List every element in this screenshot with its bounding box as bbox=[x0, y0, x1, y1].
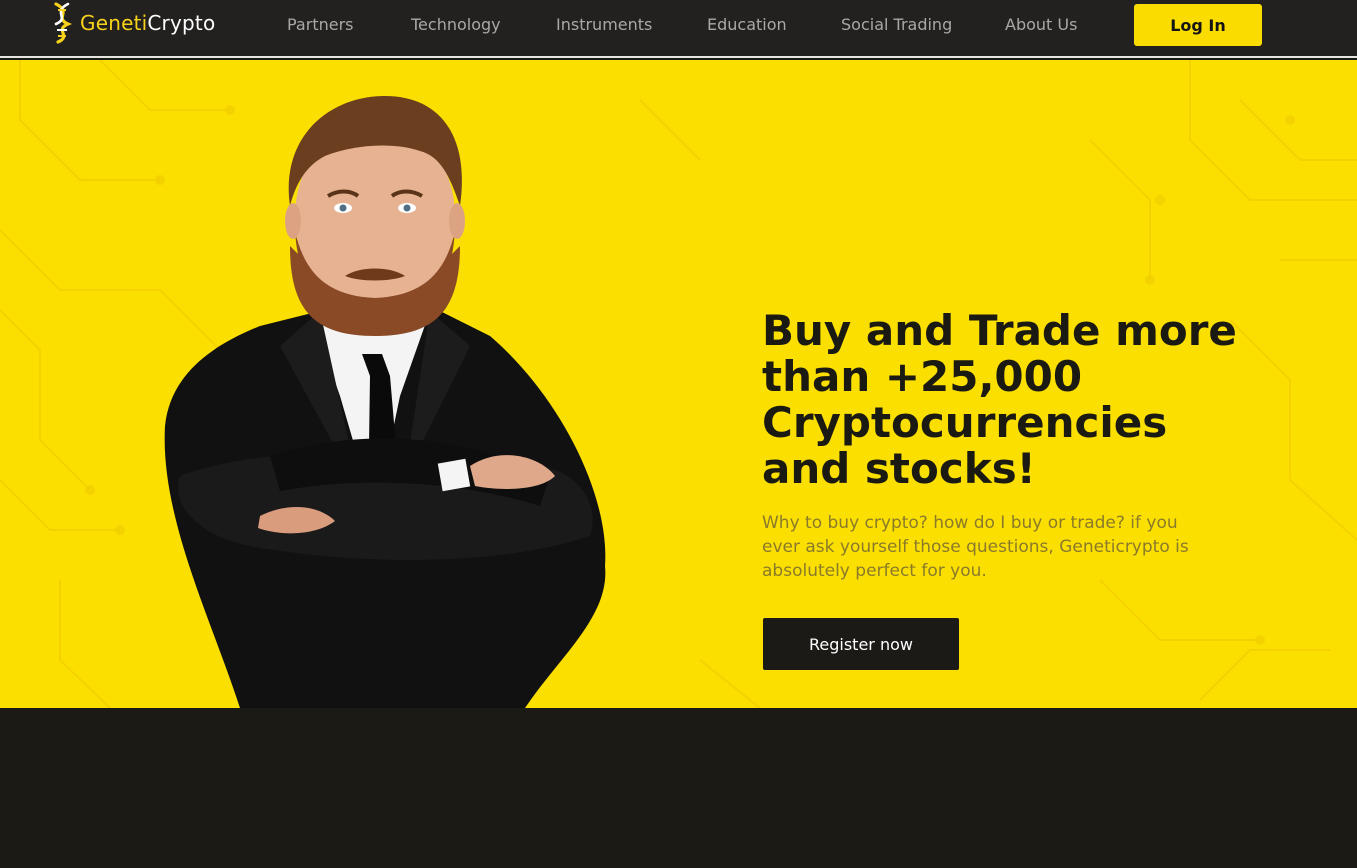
dark-section bbox=[0, 708, 1357, 868]
logo-text-part1: Geneti bbox=[80, 11, 148, 35]
nav-item-education[interactable]: Education bbox=[707, 15, 787, 34]
businessman-image bbox=[164, 96, 606, 708]
nav-item-technology[interactable]: Technology bbox=[411, 15, 501, 34]
hero-headline: Buy and Trade more than +25,000 Cryptocu… bbox=[762, 306, 1237, 493]
top-navbar: GenetiCrypto Partners Technology Instrum… bbox=[0, 0, 1357, 58]
nav-item-instruments[interactable]: Instruments bbox=[556, 15, 652, 34]
hero-section: Buy and Trade more than +25,000 Cryptocu… bbox=[0, 60, 1357, 708]
logo-text: GenetiCrypto bbox=[80, 11, 215, 35]
nav-item-social-trading[interactable]: Social Trading bbox=[841, 15, 952, 34]
nav-item-about-us[interactable]: About Us bbox=[1005, 15, 1077, 34]
logo-link[interactable]: GenetiCrypto bbox=[50, 2, 215, 44]
logo-text-part2: Crypto bbox=[147, 11, 216, 35]
login-button[interactable]: Log In bbox=[1134, 4, 1262, 46]
dna-helix-icon bbox=[54, 2, 73, 44]
register-button[interactable]: Register now bbox=[763, 618, 959, 670]
nav-item-partners[interactable]: Partners bbox=[287, 15, 353, 34]
hero-subtext: Why to buy crypto? how do I buy or trade… bbox=[762, 513, 1189, 581]
